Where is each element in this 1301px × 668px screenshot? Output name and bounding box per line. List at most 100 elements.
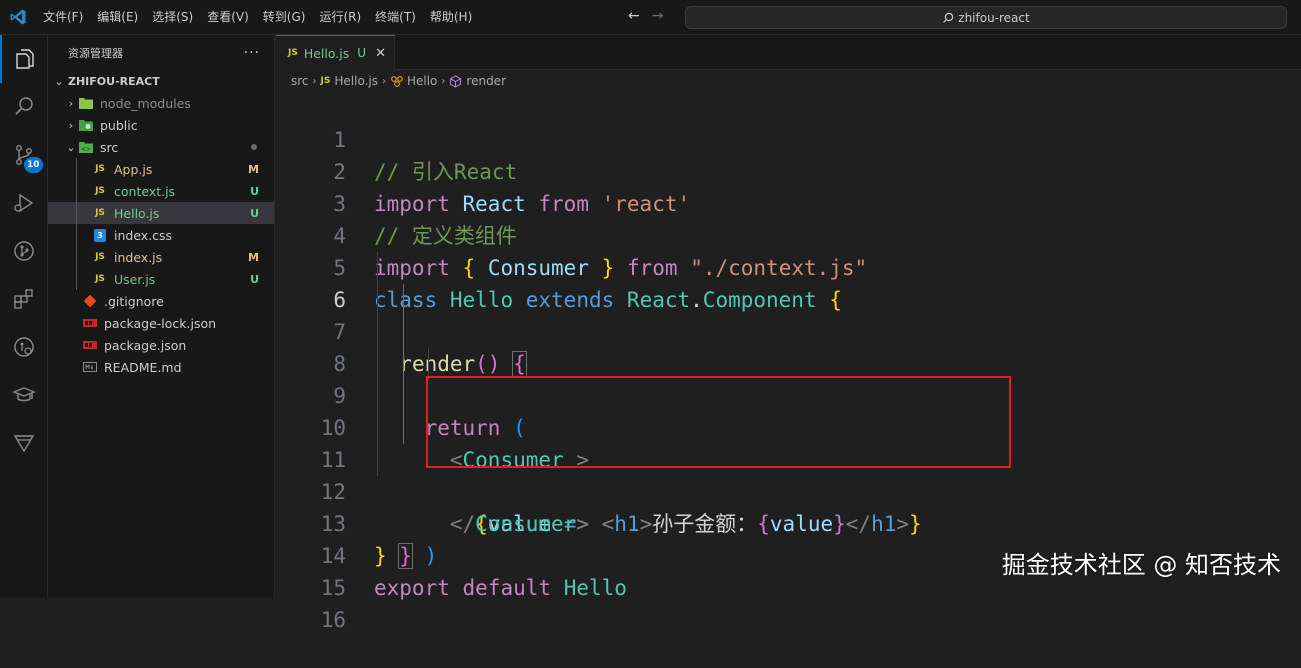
chevron-right-icon: › — [64, 119, 78, 132]
workspace-root[interactable]: ⌄ ZHIFOU-REACT — [48, 70, 274, 92]
tree-item-label: package.json — [104, 338, 186, 353]
git-graph-icon[interactable] — [0, 227, 48, 275]
tab-status-badge: U — [357, 46, 366, 60]
search-view-icon[interactable] — [0, 83, 48, 131]
menu-view[interactable]: 查看(V) — [200, 0, 256, 35]
modified-dot-icon — [251, 144, 257, 150]
tree-item-src[interactable]: ⌄ <> src — [48, 136, 274, 158]
close-icon[interactable]: ✕ — [375, 46, 386, 61]
explorer-icon[interactable] — [0, 35, 48, 83]
chevron-right-icon: › — [441, 76, 445, 87]
indent-guide — [403, 412, 404, 444]
menu-selection[interactable]: 选择(S) — [145, 0, 200, 35]
activity-bar: 10 — [0, 35, 48, 598]
code-view[interactable]: 1 // 引入React 2 import React from 'react'… — [276, 92, 1301, 604]
git-status-badge: M — [248, 163, 259, 176]
explorer-sidebar: 资源管理器 ··· ⌄ ZHIFOU-REACT › node_modules … — [48, 35, 275, 598]
command-center-search[interactable]: zhifou-react — [685, 6, 1287, 29]
tree-item-node-modules[interactable]: › node_modules — [48, 92, 274, 114]
indent-guide — [76, 180, 77, 202]
remote-explorer-icon[interactable] — [0, 323, 48, 371]
vscode-logo-icon[interactable] — [9, 8, 27, 26]
indent-guide — [377, 380, 378, 412]
indent-guide — [403, 316, 404, 348]
git-file-icon — [82, 293, 98, 309]
js-file-icon: JS — [92, 271, 108, 287]
indent-guide — [377, 348, 378, 380]
markdown-file-icon — [82, 359, 98, 375]
git-status-badge: U — [250, 185, 259, 198]
menu-run[interactable]: 运行(R) — [312, 0, 368, 35]
more-actions-icon[interactable]: ··· — [244, 45, 260, 61]
class-symbol-icon — [390, 75, 404, 87]
js-file-icon: JS — [92, 161, 108, 177]
code-line: 8 <Consumer > — [276, 316, 1301, 348]
menu-edit[interactable]: 编辑(E) — [90, 0, 145, 35]
indent-guide — [377, 444, 378, 476]
tree-item-label: Hello.js — [114, 206, 159, 221]
git-status-badge: U — [250, 273, 259, 286]
tree-item-index-js[interactable]: JS index.js M — [48, 246, 274, 268]
back-arrow-icon[interactable]: ← — [628, 8, 640, 24]
tree-item-package-json[interactable]: package.json — [48, 334, 274, 356]
tree-item-index-css[interactable]: 3 index.css — [48, 224, 274, 246]
highlight-annotation-box — [426, 376, 1011, 468]
editor-area: JS Hello.js U ✕ src › JS Hello.js › Hell… — [276, 35, 1301, 598]
menu-file[interactable]: 文件(F) — [36, 0, 90, 35]
tree-item-label: node_modules — [100, 96, 191, 111]
tree-item-label: context.js — [114, 184, 175, 199]
menu-go[interactable]: 转到(G) — [256, 0, 313, 35]
search-icon — [942, 12, 954, 24]
indent-guide — [377, 316, 378, 348]
tree-item-label: README.md — [104, 360, 182, 375]
tree-item-app-js[interactable]: JS App.js M — [48, 158, 274, 180]
tree-item-context-js[interactable]: JS context.js U — [48, 180, 274, 202]
breadcrumb-class[interactable]: Hello — [407, 74, 437, 88]
chevron-down-icon: ⌄ — [64, 141, 78, 154]
indent-guide — [76, 224, 77, 246]
tab-label: Hello.js — [304, 46, 349, 61]
run-debug-icon[interactable] — [0, 179, 48, 227]
js-file-icon: JS — [92, 249, 108, 265]
chevron-right-icon: › — [64, 97, 78, 110]
watermark: 掘金技术社区 @ 知否技术 — [1002, 545, 1281, 580]
editor-tabs: JS Hello.js U ✕ — [276, 35, 1301, 70]
breadcrumb-src[interactable]: src — [291, 74, 309, 88]
tree-item-readme-md[interactable]: README.md — [48, 356, 274, 378]
npm-file-icon — [82, 315, 98, 331]
indent-guide — [76, 246, 77, 268]
forward-arrow-icon[interactable]: → — [652, 8, 664, 24]
source-control-icon[interactable]: 10 — [0, 131, 48, 179]
menu-terminal[interactable]: 终端(T) — [368, 0, 423, 35]
code-line: 7 return ( — [276, 284, 1301, 316]
tree-item-label: index.js — [114, 250, 162, 265]
tree-item-gitignore[interactable]: .gitignore — [48, 290, 274, 312]
breadcrumb-method[interactable]: render — [466, 74, 506, 88]
git-status-badge: M — [248, 251, 259, 264]
menu-help[interactable]: 帮助(H) — [423, 0, 479, 35]
code-line: 5 class Hello extends React.Component { — [276, 220, 1301, 252]
code-line: 13 } — [276, 476, 1301, 508]
code-line: 1 // 引入React — [276, 92, 1301, 124]
git-status-badge: U — [250, 207, 259, 220]
tree-item-label: src — [100, 140, 118, 155]
indent-guide — [76, 268, 77, 290]
scm-badge: 10 — [24, 157, 43, 173]
tree-item-public[interactable]: › public — [48, 114, 274, 136]
tab-hello-js[interactable]: JS Hello.js U ✕ — [276, 35, 395, 70]
explorer-title: 资源管理器 — [68, 45, 123, 61]
indent-guide — [76, 202, 77, 224]
tree-item-package-lock-json[interactable]: package-lock.json — [48, 312, 274, 334]
nav-arrows: ← → — [628, 8, 663, 24]
indent-guide — [377, 284, 378, 316]
tree-item-label: package-lock.json — [104, 316, 216, 331]
breadcrumb-file[interactable]: Hello.js — [334, 74, 378, 88]
extensions-icon[interactable] — [0, 275, 48, 323]
js-file-icon: JS — [92, 205, 108, 221]
funnel-icon[interactable] — [0, 419, 48, 467]
js-file-icon: JS — [92, 183, 108, 199]
education-cap-icon[interactable] — [0, 371, 48, 419]
tree-item-hello-js[interactable]: JS Hello.js U — [48, 202, 274, 224]
tree-item-user-js[interactable]: JS User.js U — [48, 268, 274, 290]
code-line: 3 // 定义类组件 — [276, 156, 1301, 188]
